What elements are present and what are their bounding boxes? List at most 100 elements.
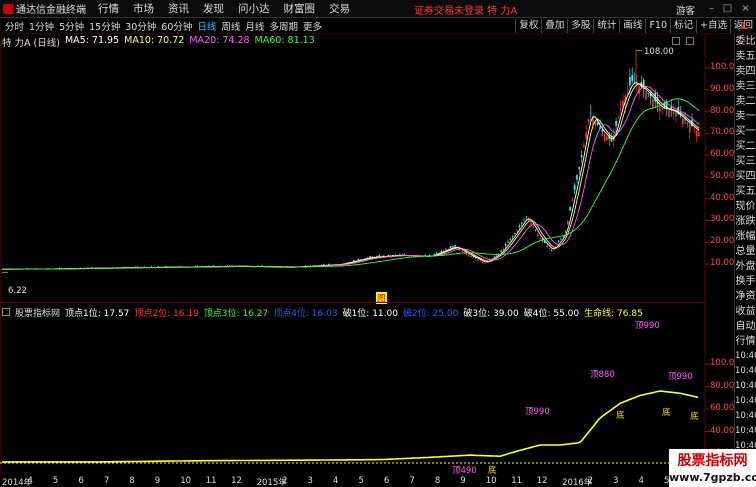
kline-chart[interactable] xyxy=(0,0,756,487)
indicator-tick-label: 60.00 xyxy=(710,403,735,413)
side-quote-item[interactable]: 卖五 xyxy=(735,49,756,64)
candle-body xyxy=(534,229,537,231)
date-label: 12 xyxy=(536,476,548,486)
side-quote-item[interactable]: 买四 xyxy=(735,169,756,184)
candle-body xyxy=(684,119,686,121)
side-quote-item[interactable]: 卖三 xyxy=(735,79,756,94)
candle-body xyxy=(590,112,592,114)
candle-body xyxy=(555,245,558,246)
candle-body xyxy=(626,90,629,92)
side-quote-item[interactable]: 换手 xyxy=(735,274,756,289)
price-tick-label: 90.00 xyxy=(710,83,735,94)
indicator-annotation: 底 xyxy=(690,412,699,422)
candle-body xyxy=(435,252,438,254)
indicator-item: 生命线: 76.85 xyxy=(584,309,643,319)
price-tick-label: 10.00 xyxy=(710,258,735,268)
ma60-line xyxy=(2,98,700,270)
candle-body xyxy=(523,220,525,221)
candle-body xyxy=(659,106,661,112)
side-quote-item[interactable]: 买五 xyxy=(735,184,756,199)
quote-side-panel: 委比 卖五 卖四 卖三 卖二 卖一 买一 买二 买三 买四 买五 现价 涨跌 涨幅 总量 外盘 换手 净资 收益 自动… xyxy=(734,34,756,487)
stock-label[interactable]: 特 力A (日线) xyxy=(2,35,60,49)
candle-body xyxy=(470,255,472,258)
price-tick-label: 50.00 xyxy=(710,170,735,181)
side-quote-item[interactable]: 外盘 xyxy=(735,259,756,274)
life-line xyxy=(2,390,699,463)
candle-body xyxy=(353,260,355,262)
date-label: 3 xyxy=(613,476,619,486)
side-quote-item[interactable]: 涨跌 xyxy=(735,214,756,229)
indicator-name[interactable]: 股票指标网 xyxy=(15,306,60,319)
indicator-annotation: 底 xyxy=(488,466,497,476)
indicator-icon[interactable] xyxy=(2,308,10,316)
side-time-item: 10:40 xyxy=(735,381,756,391)
candle-body xyxy=(672,111,675,114)
settings-icon[interactable] xyxy=(686,37,694,45)
ma20-label: MA20: 74.28 xyxy=(189,35,250,46)
candle-body xyxy=(369,256,371,258)
date-label: 2 xyxy=(587,476,594,486)
side-quote-item[interactable]: 卖四 xyxy=(735,64,756,79)
indicator-annotation: 顶880 xyxy=(590,370,615,380)
candle-body xyxy=(521,222,523,224)
indicator-tick-label: 40.00 xyxy=(710,425,735,436)
date-label: 11 xyxy=(205,476,217,486)
side-quote-item[interactable]: 卖二 xyxy=(735,94,756,109)
candle-body xyxy=(583,144,585,147)
side-quote-item[interactable]: 收益 xyxy=(735,304,756,319)
date-label: 9 xyxy=(460,476,466,486)
ma-legend: 特 力A (日线) MA5: 71.95 MA10: 70.72 MA20: 7… xyxy=(2,35,315,49)
date-label: 8 xyxy=(434,476,441,486)
low-price-label: 6.22 xyxy=(8,286,27,296)
watermark-url: www.7gpzb.com xyxy=(669,471,756,484)
side-quote-item[interactable]: 行情 xyxy=(735,334,756,349)
side-quote-item[interactable]: 买二 xyxy=(735,139,756,154)
price-tick-label: 70.00 xyxy=(710,127,735,138)
side-time-item: 10:40 xyxy=(735,426,756,436)
date-label: 8 xyxy=(129,476,135,486)
ma10-label: MA10: 70.72 xyxy=(124,35,185,46)
candle-body xyxy=(661,107,663,110)
date-label: 9 xyxy=(154,476,161,486)
candle-body xyxy=(449,246,452,249)
candle-body xyxy=(548,248,551,249)
panel-divider[interactable] xyxy=(0,302,705,303)
candle-body xyxy=(675,112,677,117)
ma5-label: MA5: 71.95 xyxy=(64,35,120,46)
indicator-legend: 股票指标网 顶点1位: 17.57 顶点2位: 16.19 顶点3位: 16.2… xyxy=(2,306,643,319)
side-quote-item[interactable]: 卖一 xyxy=(735,109,756,124)
side-quote-item[interactable]: 委比 xyxy=(735,34,756,49)
ma60-label: MA60: 81.13 xyxy=(254,35,315,46)
candle-body xyxy=(693,128,696,129)
date-label: 6 xyxy=(383,476,390,486)
side-quote-item[interactable]: 买三 xyxy=(735,154,756,169)
candle-body xyxy=(479,260,482,262)
price-tick-label: 100.0 xyxy=(710,62,735,72)
candle-body xyxy=(629,76,631,86)
date-label: 7 xyxy=(103,476,110,486)
high-price-label: 108.00 xyxy=(644,47,674,57)
candle-body xyxy=(511,236,514,237)
indicator-annotation: 顶490 xyxy=(452,466,477,476)
date-axis: 2014年 4 5 6 7 8 9 10 11 12 2015年 2 3 4 5 6 7 8 9 10 11 12 2016… xyxy=(0,476,705,487)
indicator-annotation: 底 xyxy=(662,408,671,418)
price-tick-label: 30.00 xyxy=(710,214,735,225)
side-time-item: 10:40 xyxy=(735,351,756,361)
candle-body xyxy=(454,244,456,247)
candle-body xyxy=(587,119,590,123)
candle-body xyxy=(509,238,512,240)
candle-body xyxy=(569,207,571,211)
restore-icon[interactable] xyxy=(672,37,680,45)
side-quote-item[interactable]: 现价 xyxy=(735,199,756,214)
candle-body xyxy=(461,250,463,252)
side-quote-item[interactable]: 涨幅 xyxy=(735,229,756,244)
level-toggle[interactable]: L xyxy=(734,18,756,34)
side-quote-item[interactable]: 总量 xyxy=(735,244,756,259)
side-quote-item[interactable]: 自动 xyxy=(735,319,756,334)
side-quote-item[interactable]: 买一 xyxy=(735,124,756,139)
indicator-item: 破2位: 25.00 xyxy=(402,309,459,319)
candle-body xyxy=(585,132,587,139)
candle-body xyxy=(652,98,654,108)
candle-body xyxy=(571,200,574,201)
side-quote-item[interactable]: 净资 xyxy=(735,289,756,304)
